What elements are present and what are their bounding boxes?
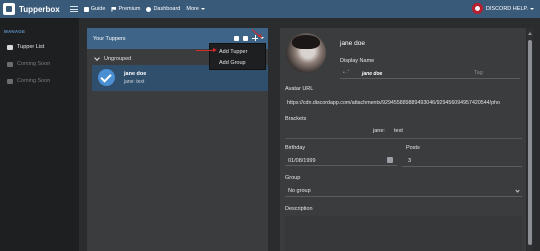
check-icon xyxy=(98,69,115,86)
bracket-prefix-input[interactable]: jane: xyxy=(373,128,385,134)
display-name-value: jane doe xyxy=(362,71,383,77)
posts-input[interactable]: 3 xyxy=(408,158,411,164)
group-select[interactable]: No group xyxy=(285,184,522,197)
nav-link-guide[interactable]: Guide xyxy=(83,6,106,12)
birthday-value: 01/08/1999 xyxy=(288,158,316,164)
editor-tupper-name: jane doe xyxy=(340,40,365,47)
brand-name: Tupperbox xyxy=(19,4,60,14)
display-name-prefix: • ·˚ xyxy=(343,70,350,76)
nav-link-label: Guide xyxy=(90,6,106,12)
export-icon[interactable] xyxy=(243,35,248,41)
birthday-input[interactable]: 01/08/1999 xyxy=(285,154,397,166)
divider xyxy=(285,138,522,139)
nav-link-dashboard[interactable]: Dashboard xyxy=(146,6,180,12)
scroll-up-icon[interactable] xyxy=(528,32,532,35)
sidebar-item-coming-soon: Coming Soon xyxy=(7,78,50,84)
tag-input[interactable]: Tag xyxy=(474,70,483,76)
divider xyxy=(402,166,522,167)
dashboard-icon xyxy=(146,6,152,12)
chevron-down-icon xyxy=(200,8,205,10)
placeholder-icon xyxy=(7,78,13,84)
book-icon xyxy=(83,6,89,12)
import-icon[interactable] xyxy=(234,35,239,41)
nav-links: Guide Premium Dashboard More xyxy=(83,6,211,12)
nav-link-label: More xyxy=(186,6,199,12)
tupper-brackets: jane: text xyxy=(124,79,145,85)
calendar-icon[interactable] xyxy=(387,157,393,163)
group-header-ungrouped[interactable]: Ungrouped xyxy=(94,55,132,62)
hamburger-menu-icon[interactable] xyxy=(69,6,78,12)
user-avatar xyxy=(471,3,483,14)
scrollbar-thumb[interactable] xyxy=(528,40,532,245)
tupper-name: jane doe xyxy=(124,71,147,77)
display-name-field[interactable]: • ·˚ jane doe Tag xyxy=(340,68,520,79)
avatar-url-label: Avatar URL xyxy=(285,86,314,92)
group-select-value: No group xyxy=(288,188,311,194)
display-name-label: Display Name xyxy=(340,58,375,64)
nav-link-premium[interactable]: Premium xyxy=(111,6,140,12)
sidebar-item-label: Coming Soon xyxy=(17,78,51,84)
nav-link-label: Dashboard xyxy=(153,6,181,12)
sidebar-item-label: Coming Soon xyxy=(17,61,51,67)
sidebar-item-tupper-list[interactable]: Tupper List xyxy=(7,44,44,50)
panel-title: Your Tuppers xyxy=(93,35,126,42)
top-navbar: Tupperbox Guide Premium Dashboard More D… xyxy=(0,0,540,18)
group-label: Group xyxy=(285,175,301,181)
chevron-down-icon xyxy=(515,188,520,193)
sidebar-item-coming-soon: Coming Soon xyxy=(7,61,50,67)
tupperbox-logo-icon xyxy=(3,3,15,15)
chevron-down-icon xyxy=(530,7,534,10)
sidebar-header: MANAGE xyxy=(4,29,26,34)
menu-item-add-group[interactable]: Add Group xyxy=(219,60,246,66)
avatar-url-input[interactable]: https://cdn.discordapp.com/attachments/9… xyxy=(287,100,522,106)
user-menu[interactable]: DISCORD HELP. xyxy=(471,3,534,14)
sidebar: MANAGE Tupper List Coming Soon Coming So… xyxy=(0,18,79,251)
nav-link-more[interactable]: More xyxy=(186,6,205,12)
placeholder-icon xyxy=(7,61,13,67)
add-dropdown-menu: Add Tupper Add Group xyxy=(209,43,266,70)
flag-icon xyxy=(111,6,117,12)
brand[interactable]: Tupperbox xyxy=(3,3,60,15)
sidebar-item-label: Tupper List xyxy=(17,44,45,50)
tupper-avatar[interactable] xyxy=(286,33,326,73)
birthday-label: Birthday xyxy=(285,145,306,151)
menu-item-add-tupper[interactable]: Add Tupper xyxy=(219,49,247,55)
group-label: Ungrouped xyxy=(104,56,132,62)
bracket-suffix-input[interactable]: text xyxy=(394,128,403,134)
user-name: DISCORD HELP. xyxy=(485,5,528,12)
nav-link-label: Premium xyxy=(118,6,141,12)
chevron-down-icon xyxy=(94,55,100,61)
description-textarea[interactable] xyxy=(285,216,522,251)
annotation-arrow xyxy=(196,47,217,53)
brackets-label: Brackets xyxy=(285,116,307,122)
description-label: Description xyxy=(285,206,313,212)
list-icon xyxy=(7,44,13,50)
posts-label: Posts xyxy=(406,145,420,151)
